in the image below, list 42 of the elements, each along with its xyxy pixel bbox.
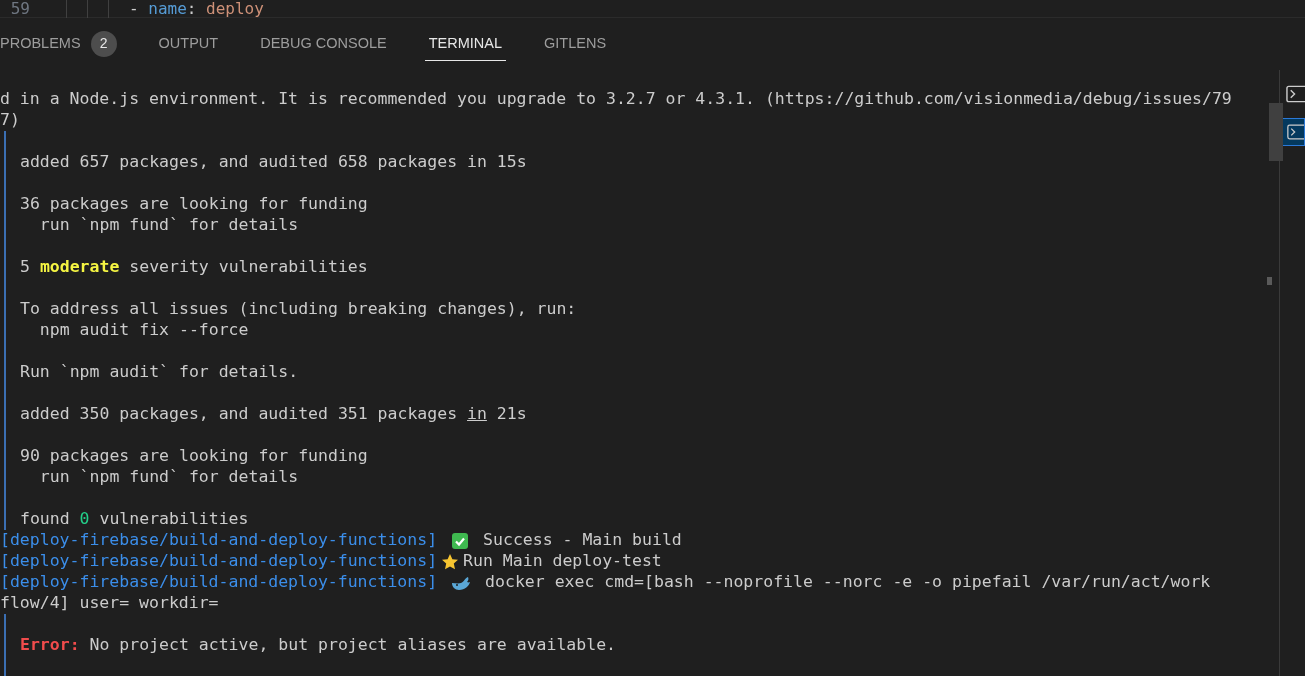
terminal-text: 5 <box>20 256 31 279</box>
count-badge: 2 <box>90 30 117 57</box>
terminal-text: vulnerabilities <box>98 508 249 531</box>
panel-tab[interactable]: GITLENS <box>540 27 611 61</box>
terminal-text: 0 <box>79 508 90 531</box>
terminal-text: Run `npm audit` for details. <box>20 361 299 384</box>
panel-tab[interactable]: DEBUG CONSOLE <box>256 27 391 61</box>
terminal-icon <box>1286 85 1305 103</box>
terminal-text: run `npm fund` for details <box>38 466 299 489</box>
terminal-text: found <box>20 508 71 531</box>
terminal-text: added 657 packages, and audited 658 packages in 15s <box>20 151 527 174</box>
terminal-text: moderate <box>39 256 120 279</box>
terminal-text: Success - Main build <box>483 529 682 552</box>
line-number: 59 <box>9 0 30 18</box>
code-text: name <box>148 0 187 18</box>
panel-tab[interactable]: TERMINAL <box>424 27 507 61</box>
code-text: - <box>129 0 140 18</box>
terminal-text: severity vulnerabilities <box>128 256 368 279</box>
terminal-text: To address all issues (including breaking changes), run: <box>20 298 577 321</box>
terminal-text: docker exec cmd=[bash --noprofile --norc -e -o pipefail /var/run/act/work <box>485 571 1211 594</box>
terminal-text: 7) <box>0 109 20 132</box>
terminal-text: 21s <box>495 403 527 426</box>
scroll-marker <box>1267 277 1272 285</box>
terminal-text: 36 packages are looking for funding <box>20 193 368 216</box>
terminal-text: Run Main deploy-test <box>463 550 662 573</box>
terminal-icon <box>1287 123 1304 141</box>
terminal-text: npm audit fix --force <box>38 319 249 342</box>
terminal-text: d in a Node.js environment. It is recommended you upgrade to 3.2.7 or 4.3.1. (https://github.com/visionmedia/debug/issues/79 <box>0 88 1232 111</box>
terminal-text: flow/4] user= workdir= <box>0 592 219 615</box>
error-label: Error: <box>20 634 80 657</box>
code-text: : <box>186 0 198 18</box>
terminal-text: No project active, but project aliases are available. <box>88 634 617 657</box>
panel-tab[interactable]: PROBLEMS 2 <box>0 27 121 61</box>
code-text: deploy <box>206 0 264 18</box>
check-mark-icon <box>451 531 470 550</box>
terminal-text: run `npm fund` for details <box>38 214 299 237</box>
terminal-text: added 350 packages, and audited 351 packages <box>20 403 459 426</box>
panel-tab[interactable]: OUTPUT <box>154 27 223 61</box>
star-icon <box>441 552 460 571</box>
terminal-text: 90 packages are looking for funding <box>20 445 368 468</box>
terminal-text: in <box>467 403 487 426</box>
scrollbar-thumb[interactable] <box>1269 103 1283 161</box>
